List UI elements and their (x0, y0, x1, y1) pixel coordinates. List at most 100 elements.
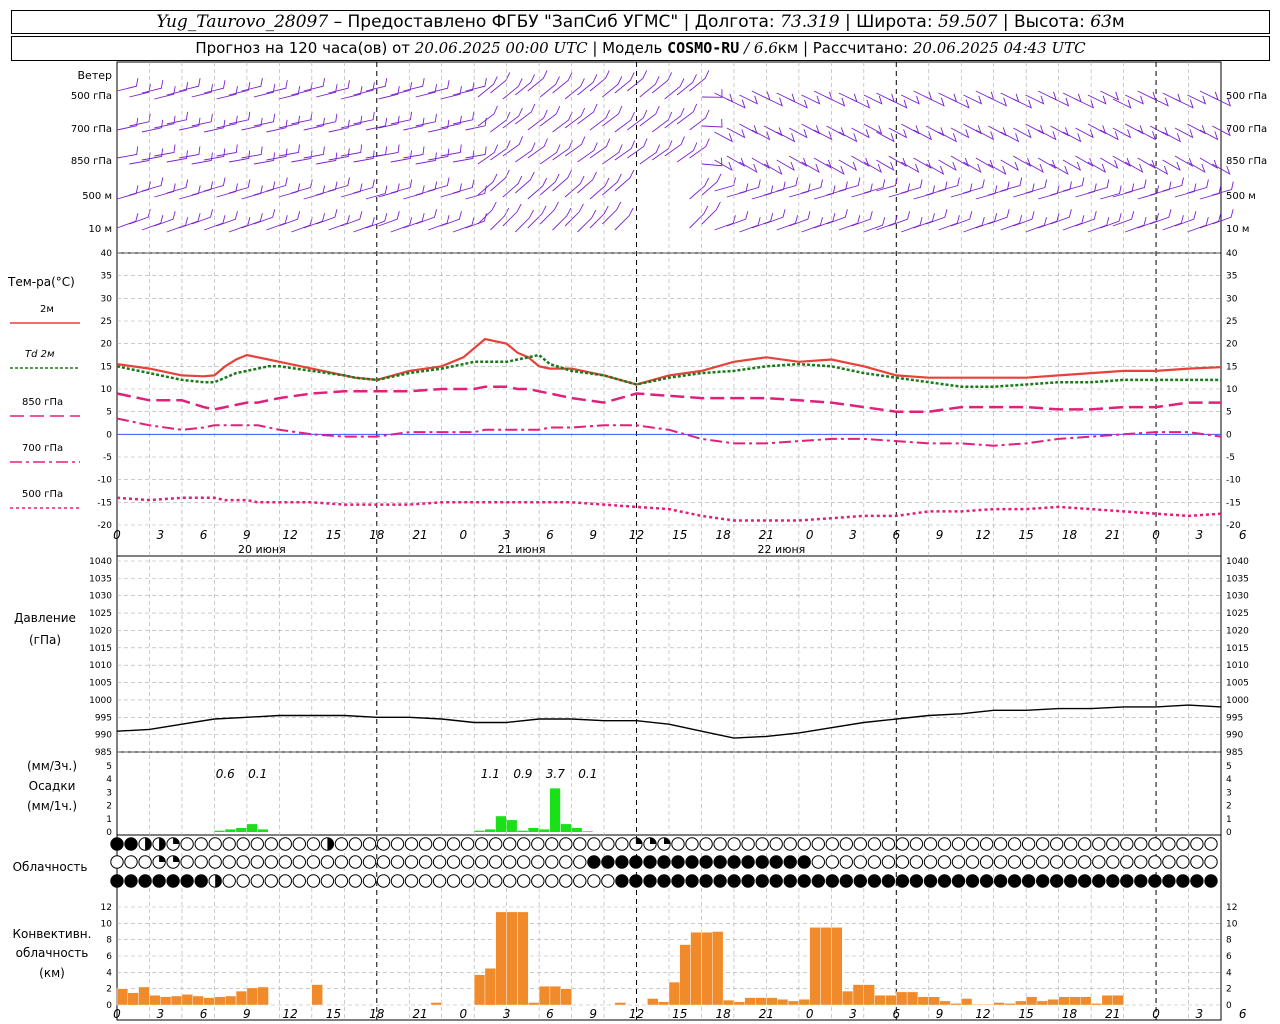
cloud-symbol (222, 855, 236, 869)
cloud-symbol (1078, 837, 1092, 851)
wind-barb (1174, 127, 1194, 139)
cloud-circle (825, 874, 839, 888)
cloud-symbol (923, 855, 938, 869)
wind-barb (1187, 161, 1206, 174)
hour-tick-label: 15 (326, 528, 341, 542)
cloud-symbol (755, 855, 769, 869)
cloud-symbol (867, 837, 882, 851)
pressure-ytick-left: 985 (95, 748, 112, 758)
wind-barb (539, 201, 559, 225)
conv-bar (712, 931, 724, 1006)
wind-barb (241, 78, 263, 92)
cloud-symbol (657, 855, 671, 869)
hour-tick-label: 3 (1196, 528, 1204, 542)
hour-tick-label: 15 (672, 528, 687, 542)
wind-barb (154, 144, 176, 157)
wind-barb (602, 76, 623, 98)
bottom-hour-tick-label: 9 (589, 1007, 597, 1021)
cloud-circle (727, 874, 741, 888)
cloud-symbol (993, 874, 1008, 888)
cloud-symbol (769, 855, 783, 869)
wind-barb (776, 215, 799, 231)
conv-unit: (км) (39, 966, 65, 980)
conv-bar (917, 996, 929, 1006)
bottom-hour-tick-label: 15 (1019, 1007, 1034, 1021)
conv-bar (885, 995, 897, 1006)
cloud-circle (685, 855, 699, 869)
wind-barb (1187, 179, 1209, 194)
wind-barb (490, 72, 511, 94)
wind-barb (689, 138, 710, 159)
cloud-symbol (1106, 855, 1120, 869)
cloud-circle (1120, 855, 1134, 869)
cloud-circle (306, 874, 321, 888)
wind-barb (1037, 129, 1057, 141)
wind-barb (191, 84, 214, 98)
cloud-quarter (664, 838, 670, 844)
cloud-symbol (236, 837, 250, 851)
wind-barb (726, 98, 746, 109)
cloud-circle (446, 837, 461, 851)
precip-bar (528, 828, 539, 832)
wind-barb (415, 209, 438, 225)
cloud-symbol (460, 837, 475, 851)
cloud-symbol (1204, 855, 1218, 869)
hour-tick-label: 12 (283, 528, 298, 542)
cloud-symbol (979, 837, 994, 851)
wind-barb (1174, 183, 1197, 198)
cloud-symbol (755, 874, 769, 888)
cloud-symbol (250, 855, 264, 869)
cloud-symbol (895, 837, 910, 851)
cloud-symbol (180, 837, 194, 851)
precip-ytick-left: 5 (106, 762, 112, 772)
cloud-symbol (1120, 855, 1134, 869)
cloud-symbol (629, 855, 643, 869)
wind-barb (527, 138, 548, 159)
wind-barb (664, 78, 685, 100)
wind-barb (303, 185, 326, 200)
cloud-symbol (741, 855, 755, 869)
conv-bar (744, 997, 756, 1006)
cloud-symbol (320, 855, 335, 869)
pressure-ytick-right: 1030 (1226, 592, 1249, 602)
conv-ytick-left: 12 (101, 903, 112, 913)
wind-barb (651, 140, 673, 161)
precip-bar (506, 820, 517, 832)
wind-barb (602, 201, 622, 225)
conv-ytick-right: 4 (1226, 968, 1232, 978)
cloud-title: Облачность (13, 860, 88, 874)
wind-barb (415, 181, 438, 196)
cloud-symbol (278, 855, 292, 869)
cloud-symbol (306, 837, 321, 851)
cloud-symbol (1036, 837, 1050, 851)
wind-barb (639, 105, 660, 127)
wind-level-label-right: 10 м (1226, 224, 1249, 235)
conv-ytick-right: 6 (1226, 952, 1232, 962)
cloud-circle (755, 874, 769, 888)
wind-barb (963, 161, 982, 174)
cloud-circle (909, 837, 924, 851)
wind-barb (1137, 213, 1160, 229)
cloud-circle (1120, 874, 1134, 888)
cloud-circle (489, 874, 503, 888)
cloud-circle (545, 837, 559, 851)
cloud-quarter (173, 838, 180, 844)
cloud-symbol (1050, 855, 1064, 869)
conv-bar (528, 1002, 540, 1006)
wind-barb (527, 205, 547, 229)
cloud-circle (909, 855, 924, 869)
wind-barb (527, 177, 548, 200)
wind-barb (179, 117, 201, 131)
wind-barb (403, 117, 425, 131)
cloud-symbol (264, 855, 278, 869)
pressure-ytick-left: 1000 (89, 696, 112, 706)
wind-barb (266, 177, 288, 192)
precip-ytick-left: 0 (106, 828, 112, 838)
wind-barb (701, 157, 723, 167)
cloud-symbol (348, 837, 363, 851)
cloud-symbol (1162, 874, 1176, 888)
cloud-circle (180, 837, 194, 851)
cloud-symbol (362, 874, 377, 888)
cloud-symbol (1007, 855, 1022, 869)
conv-bar (160, 996, 172, 1006)
